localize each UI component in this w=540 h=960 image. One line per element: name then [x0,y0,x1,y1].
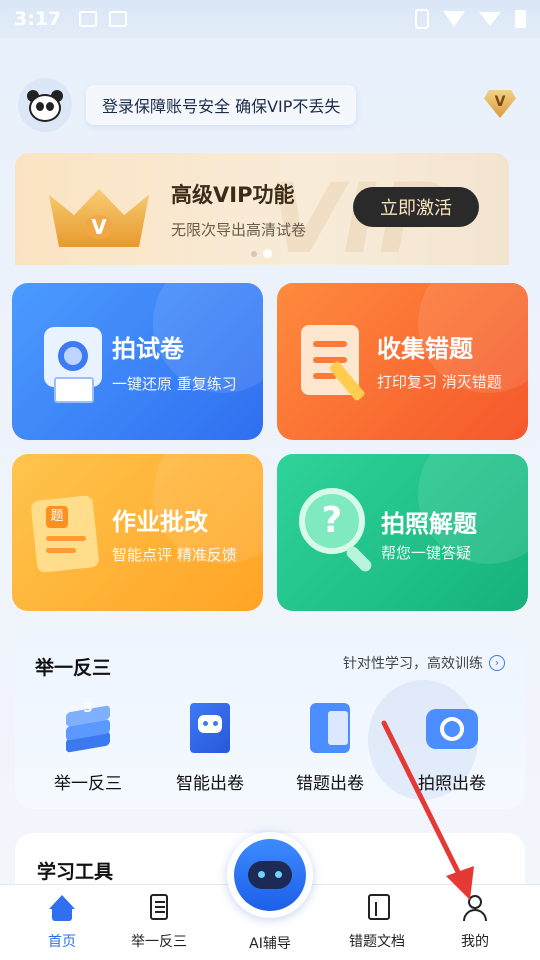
vip-subtitle: 无限次导出高清试卷 [171,221,307,239]
tab-label: 错题文档 [349,934,405,950]
practice-item-smart-paper[interactable]: 智能出卷 [155,701,265,794]
tab-drill[interactable]: 举一反三 [114,893,204,951]
signal-icon [479,12,501,26]
tile-subtitle: 智能点评 精准反馈 [112,546,237,564]
tile-subtitle: 打印复习 消灭错题 [377,373,502,391]
wrong-paper-icon [302,701,358,757]
ai-tutor-button[interactable] [227,832,313,918]
scan-paper-tile[interactable]: 拍试卷 一键还原 重复练习 [12,283,263,440]
homework-icon: 题 [30,494,110,574]
status-time: 3:17 [14,8,62,30]
camera-icon [424,701,480,757]
tab-label: 我的 [461,934,489,950]
carousel-indicator [251,249,272,258]
tile-title: 作业批改 [112,508,208,536]
question-search-icon: ? [299,488,385,574]
practice-more-link[interactable]: 针对性学习，高效训练 › [343,653,505,673]
vip-title: 高级VIP功能 [171,183,295,207]
home-icon [47,893,77,923]
practice-item-photo-paper[interactable]: 拍照出卷 [397,701,507,794]
tile-title: 收集错题 [377,335,473,363]
notification-icons [79,11,128,27]
practice-item-drill[interactable]: 3 举一反三 [33,701,143,794]
practice-item-mistake-paper[interactable]: 错题出卷 [275,701,385,794]
tab-home[interactable]: 首页 [17,893,107,951]
image-notification-icon [79,11,98,27]
tile-title: 拍照解题 [381,510,477,538]
book-list-icon [144,893,174,923]
panda-avatar-icon [25,88,65,122]
tile-title: 拍试卷 [112,335,184,363]
carousel-dot-active [263,249,272,258]
checklist-icon [297,323,377,403]
collect-mistakes-tile[interactable]: 收集错题 打印复习 消灭错题 [277,283,528,440]
tile-subtitle: 一键还原 重复练习 [112,375,237,393]
stack-icon: 3 [60,701,116,757]
robot-book-icon [182,701,238,757]
header: 登录保障账号安全 确保VIP不丢失 V [18,78,522,132]
practice-link-label: 针对性学习，高效训练 [343,656,483,672]
tab-profile[interactable]: 我的 [430,893,520,951]
vip-diamond-icon[interactable]: V [482,90,518,120]
tab-mistake-docs[interactable]: 错题文档 [332,893,422,951]
practice-item-label: 智能出卷 [176,774,244,794]
app-notification-icon [109,11,128,27]
avatar[interactable] [18,78,72,132]
practice-title: 举一反三 [35,657,112,679]
wifi-icon [443,11,465,27]
tab-label: 举一反三 [131,934,187,950]
practice-section: 举一反三 针对性学习，高效训练 › 3 举一反三 智能出卷 错题出卷 拍照出卷 [15,633,525,809]
error-doc-icon [362,893,392,923]
carousel-dot [251,250,257,257]
crown-icon: V [49,175,149,249]
battery-icon [515,10,526,28]
homework-grading-tile[interactable]: 题 作业批改 智能点评 精准反馈 [12,454,263,611]
status-bar: 3:17 [0,0,540,38]
activate-button[interactable]: 立即激活 [353,187,479,227]
login-security-banner[interactable]: 登录保障账号安全 确保VIP不丢失 [86,85,357,125]
vip-promo-card[interactable]: VIP V 高级VIP功能 无限次导出高清试卷 立即激活 [15,153,509,265]
chevron-right-icon: › [489,655,505,671]
practice-item-label: 举一反三 [54,774,122,794]
tab-ai-tutor[interactable]: AI辅导 [225,933,315,953]
photo-solve-tile[interactable]: ? 拍照解题 帮您一键答疑 [277,454,528,611]
system-icons [415,9,526,29]
ai-robot-icon [234,839,306,911]
vibrate-icon [415,9,429,29]
practice-item-label: 错题出卷 [296,774,364,794]
tab-label: 首页 [48,934,76,950]
camera-scan-icon [36,327,108,403]
tab-label: AI辅导 [249,936,291,952]
study-tools-title: 学习工具 [37,861,114,883]
tile-subtitle: 帮您一键答疑 [381,544,472,562]
practice-item-label: 拍照出卷 [418,774,486,794]
user-icon [460,893,490,923]
